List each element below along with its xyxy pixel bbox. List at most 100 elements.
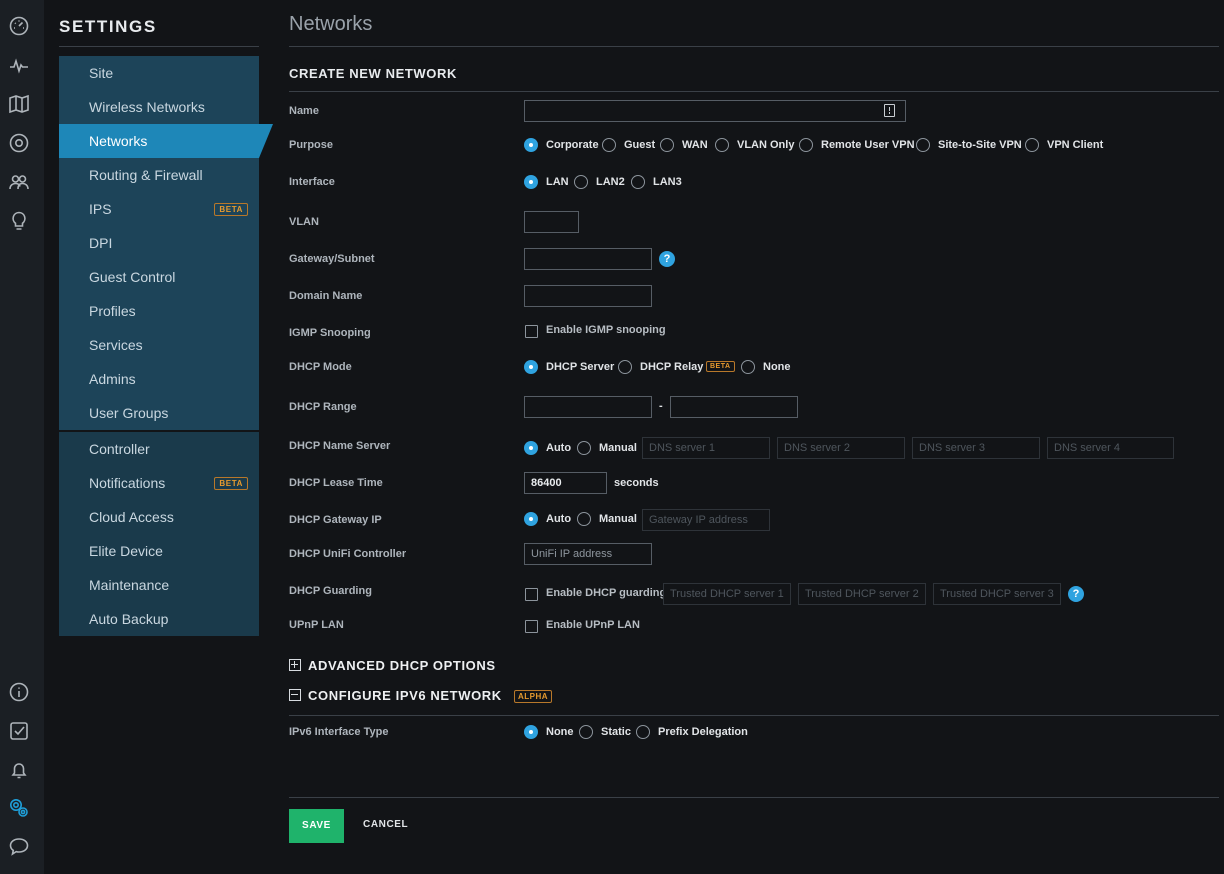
gateway-ip-input[interactable]: Gateway IP address bbox=[642, 509, 770, 531]
purpose-radio-corporate[interactable] bbox=[524, 138, 538, 152]
gateway-subnet-input[interactable] bbox=[524, 248, 652, 270]
sidebar-item-dpi[interactable]: DPI bbox=[59, 226, 259, 260]
sidebar-item-site[interactable]: Site bbox=[59, 56, 259, 90]
devices-icon[interactable] bbox=[8, 132, 30, 154]
igmp-snooping-label: IGMP Snooping bbox=[289, 327, 371, 339]
section-title: CREATE NEW NETWORK bbox=[289, 66, 457, 81]
settings-menu: Site Wireless Networks Networks Routing … bbox=[59, 56, 273, 636]
insights-icon[interactable] bbox=[8, 210, 30, 232]
igmp-snooping-checkbox[interactable] bbox=[525, 325, 538, 338]
settings-icon[interactable] bbox=[8, 797, 30, 819]
purpose-option-label: VLAN Only bbox=[737, 139, 795, 151]
advanced-dhcp-options-toggle[interactable]: ADVANCED DHCP OPTIONS bbox=[308, 658, 496, 673]
name-server-radio-manual[interactable] bbox=[577, 441, 591, 455]
dhcp-range-start-input[interactable] bbox=[524, 396, 652, 418]
dhcp-range-end-input[interactable] bbox=[670, 396, 798, 418]
sidebar-item-wireless-networks[interactable]: Wireless Networks bbox=[59, 90, 259, 124]
ipv6-radio-prefix-delegation[interactable] bbox=[636, 725, 650, 739]
purpose-radio-vpn-client[interactable] bbox=[1025, 138, 1039, 152]
vlan-input[interactable] bbox=[524, 211, 579, 233]
settings-menu-group: Site Wireless Networks Networks Routing … bbox=[59, 56, 273, 430]
sidebar-item-services[interactable]: Services bbox=[59, 328, 259, 362]
dns-server-1-input[interactable]: DNS server 1 bbox=[642, 437, 770, 459]
name-server-option-label: Auto bbox=[546, 442, 572, 454]
expand-icon[interactable] bbox=[289, 659, 301, 671]
sidebar-item-networks[interactable]: Networks bbox=[59, 124, 273, 158]
help-icon[interactable]: ? bbox=[1068, 586, 1084, 602]
lease-time-input[interactable]: 86400 bbox=[524, 472, 607, 494]
dhcp-mode-radio-relay[interactable] bbox=[618, 360, 632, 374]
statistics-icon[interactable] bbox=[8, 55, 30, 77]
chat-icon[interactable] bbox=[8, 836, 30, 858]
sidebar-item-admins[interactable]: Admins bbox=[59, 362, 259, 396]
trusted-dhcp-server-2-input[interactable]: Trusted DHCP server 2 bbox=[798, 583, 926, 605]
dns-server-2-input[interactable]: DNS server 2 bbox=[777, 437, 905, 459]
interface-option-label: LAN2 bbox=[596, 176, 625, 188]
tasks-icon[interactable] bbox=[8, 720, 30, 742]
domain-name-input[interactable] bbox=[524, 285, 652, 307]
beta-badge: BETA bbox=[214, 477, 248, 490]
sidebar-item-notifications[interactable]: Notifications BETA bbox=[59, 466, 259, 500]
gateway-ip-radio-auto[interactable] bbox=[524, 512, 538, 526]
sidebar-item-auto-backup[interactable]: Auto Backup bbox=[59, 602, 259, 636]
dhcp-name-server-label: DHCP Name Server bbox=[289, 440, 391, 452]
password-manager-icon[interactable] bbox=[884, 104, 895, 117]
dhcp-mode-radio-server[interactable] bbox=[524, 360, 538, 374]
info-icon[interactable] bbox=[8, 681, 30, 703]
sidebar-item-user-groups[interactable]: User Groups bbox=[59, 396, 259, 430]
ipv6-radio-none[interactable] bbox=[524, 725, 538, 739]
upnp-lan-checkbox-label: Enable UPnP LAN bbox=[546, 619, 640, 631]
sidebar-item-cloud-access[interactable]: Cloud Access bbox=[59, 500, 259, 534]
dhcp-mode-radio-none[interactable] bbox=[741, 360, 755, 374]
dashboard-icon[interactable] bbox=[8, 15, 30, 37]
map-icon[interactable] bbox=[8, 93, 30, 115]
name-server-radio-auto[interactable] bbox=[524, 441, 538, 455]
gateway-ip-radio-manual[interactable] bbox=[577, 512, 591, 526]
sidebar-item-maintenance[interactable]: Maintenance bbox=[59, 568, 259, 602]
purpose-option-label: Site-to-Site VPN bbox=[938, 139, 1022, 151]
cancel-button[interactable]: CANCEL bbox=[363, 819, 408, 830]
configure-ipv6-toggle[interactable]: CONFIGURE IPV6 NETWORK bbox=[308, 688, 502, 703]
sidebar-item-ips[interactable]: IPS BETA bbox=[59, 192, 259, 226]
gateway-subnet-label: Gateway/Subnet bbox=[289, 253, 375, 265]
divider bbox=[289, 797, 1219, 798]
interface-option-label: LAN bbox=[546, 176, 569, 188]
dhcp-guarding-label: DHCP Guarding bbox=[289, 585, 372, 597]
interface-radio-lan2[interactable] bbox=[574, 175, 588, 189]
vlan-label: VLAN bbox=[289, 216, 319, 228]
alpha-badge: ALPHA bbox=[514, 690, 553, 703]
sidebar-item-guest-control[interactable]: Guest Control bbox=[59, 260, 259, 294]
sidebar-item-elite-device[interactable]: Elite Device bbox=[59, 534, 259, 568]
clients-icon[interactable] bbox=[8, 171, 30, 193]
alerts-icon[interactable] bbox=[8, 759, 30, 781]
ipv6-radio-static[interactable] bbox=[579, 725, 593, 739]
unifi-controller-input[interactable]: UniFi IP address bbox=[524, 543, 652, 565]
purpose-radio-wan[interactable] bbox=[660, 138, 674, 152]
dns-server-3-input[interactable]: DNS server 3 bbox=[912, 437, 1040, 459]
dns-server-4-input[interactable]: DNS server 4 bbox=[1047, 437, 1174, 459]
interface-label: Interface bbox=[289, 176, 335, 188]
ipv6-option-label: Static bbox=[601, 726, 631, 738]
sidebar-item-controller[interactable]: Controller bbox=[59, 432, 259, 466]
ipv6-option-label: Prefix Delegation bbox=[658, 726, 748, 738]
name-server-option-label: Manual bbox=[599, 442, 637, 454]
save-button[interactable]: SAVE bbox=[289, 809, 344, 843]
purpose-radio-remote-user-vpn[interactable] bbox=[799, 138, 813, 152]
help-icon[interactable]: ? bbox=[659, 251, 675, 267]
dhcp-guarding-checkbox[interactable] bbox=[525, 588, 538, 601]
sidebar-item-profiles[interactable]: Profiles bbox=[59, 294, 259, 328]
trusted-dhcp-server-3-input[interactable]: Trusted DHCP server 3 bbox=[933, 583, 1061, 605]
trusted-dhcp-server-1-input[interactable]: Trusted DHCP server 1 bbox=[663, 583, 791, 605]
upnp-lan-label: UPnP LAN bbox=[289, 619, 344, 631]
interface-radio-lan3[interactable] bbox=[631, 175, 645, 189]
purpose-radio-vlan-only[interactable] bbox=[715, 138, 729, 152]
dhcp-mode-label: DHCP Mode bbox=[289, 361, 352, 373]
purpose-radio-guest[interactable] bbox=[602, 138, 616, 152]
sidebar-item-routing-firewall[interactable]: Routing & Firewall bbox=[59, 158, 259, 192]
interface-radio-lan[interactable] bbox=[524, 175, 538, 189]
name-input[interactable] bbox=[524, 100, 906, 122]
collapse-icon[interactable] bbox=[289, 689, 301, 701]
purpose-radio-site-to-site-vpn[interactable] bbox=[916, 138, 930, 152]
upnp-lan-checkbox[interactable] bbox=[525, 620, 538, 633]
range-separator: - bbox=[659, 400, 663, 412]
